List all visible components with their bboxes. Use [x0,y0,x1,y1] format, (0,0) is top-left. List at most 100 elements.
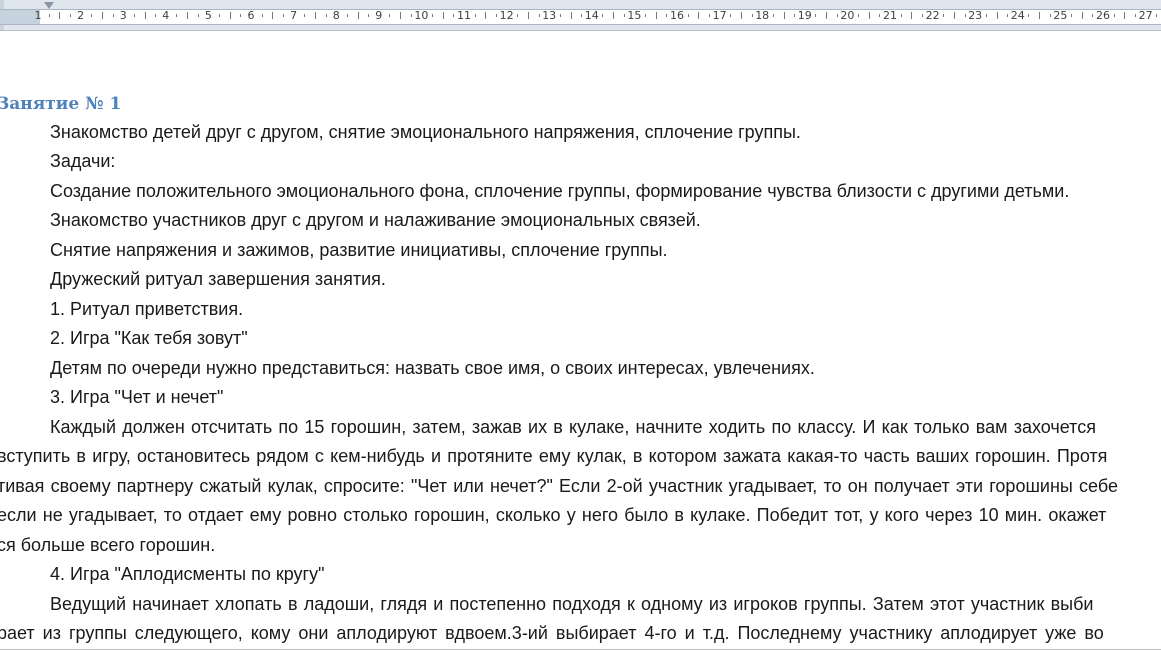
ruler-number: 27 [1138,9,1153,22]
ruler-tick [69,14,71,17]
ruler-tick [623,14,625,17]
ruler-tick [101,12,103,19]
ruler-tick [655,12,657,19]
ruler-tick [474,14,476,17]
paragraph-line: Детям по очереди нужно представиться: на… [50,358,815,378]
page-bottom-border [0,649,1161,650]
ruler-number: 8 [332,9,340,22]
ruler-tick [1049,14,1051,17]
paragraph-line: Ведущий начинает хлопать в ладоши, глядя… [50,594,1094,614]
ruler-tick [538,14,540,17]
ruler-tick [314,12,316,19]
ruler-tick [400,12,402,19]
ruler-tick [581,14,583,17]
horizontal-ruler[interactable]: 1 2 3 4 5 6 7 8 9 10 11 12 13 14 15 16 17 18 19 20 21 22 23 24 2… [0,0,1161,31]
ruler-tick [1113,14,1115,17]
paragraph-line: рает из группы следующего, кому они апло… [0,623,1104,643]
ruler-tick [1039,12,1041,19]
ruler-tick [1007,14,1009,17]
ruler-tick [155,14,157,17]
ruler-tick [1134,14,1136,17]
ruler-tick [229,12,231,19]
ruler-number: 13 [542,9,557,22]
ruler-tick [911,12,913,19]
ruler-tick [48,14,50,17]
ruler-tick [410,14,412,17]
ruler-tick [794,14,796,17]
ruler-tick [943,14,945,17]
ruler-number: 16 [670,9,684,22]
ruler-tick [921,14,923,17]
paragraph-line: 1. Ритуал приветствия. [50,299,244,319]
ruler-number: 12 [499,9,514,22]
paragraph-line: тивая своему партнеру сжатый кулак, спро… [0,476,1118,496]
ruler-tick [900,14,902,17]
ruler-tick [602,14,604,17]
ruler-tick [996,12,998,19]
paragraph-line: ся больше всего горошин. [0,535,216,555]
ruler-tick [59,12,61,19]
ruler-number: 15 [627,9,642,22]
paragraph-line: 2. Игра "Как тебя зовут" [50,328,248,348]
first-line-indent-marker[interactable] [44,2,54,9]
ruler-tick [527,12,529,19]
ruler-strip [0,9,1161,25]
ruler-tick [836,14,838,17]
paragraph-line: Дружеский ритуал завершения занятия. [50,269,386,289]
ruler-number: 23 [968,9,983,22]
ruler-tick [772,14,774,17]
ruler-number: 9 [375,9,383,22]
ruler-tick [730,14,732,17]
ruler-tick [687,14,689,17]
ruler-number: 6 [247,9,255,22]
ruler-tick [964,14,966,17]
ruler-tick [570,12,572,19]
ruler-number: 20 [840,9,855,22]
ruler-tick [346,14,348,17]
ruler-tick [240,14,242,17]
ruler-tick [357,12,359,19]
ruler-tick [645,14,647,17]
ruler-number: 2 [77,9,85,22]
ruler-tick [389,14,391,17]
paragraph-line: Снятие напряжения и зажимов, развитие ин… [50,240,668,260]
document-page[interactable]: Занятие № 1 Знакомство детей друг с друг… [0,30,1161,651]
ruler-tick [985,14,987,17]
ruler-number: 22 [925,9,940,22]
ruler-tick [517,14,519,17]
ruler-tick [144,12,146,19]
ruler-tick [666,14,668,17]
ruler-number: 26 [1096,9,1110,22]
ruler-number: 25 [1053,9,1068,22]
ruler-tick [495,14,497,17]
ruler-tick [858,14,860,17]
ruler-number: 14 [584,9,599,22]
ruler-tick [272,12,274,19]
ruler-tick [442,12,444,19]
ruler-tick [112,14,114,17]
ruler-number: 1 [34,9,42,22]
ruler-tick [613,12,615,19]
ruler-tick [187,12,189,19]
ruler-number: 18 [755,9,770,22]
ruler-tick [879,14,881,17]
lesson-heading: Занятие № 1 [0,94,122,114]
ruler-tick [91,14,93,17]
ruler-tick [559,14,561,17]
ruler-tick [740,12,742,19]
ruler-number: 3 [119,9,127,22]
ruler-tick [815,14,817,17]
paragraph-line: Знакомство участников друг с другом и на… [50,210,701,230]
ruler-number: 5 [204,9,212,22]
paragraph-line: Задачи: [50,151,116,171]
ruler-tick [1081,12,1083,19]
ruler-number: 21 [883,9,897,22]
ruler-tick [1124,12,1126,19]
ruler-tick [708,14,710,17]
paragraph-line: если не угадывает, то отдает ему ровно с… [0,505,1107,525]
paragraph-line: Создание положительного эмоционального ф… [50,181,1070,201]
ruler-tick [304,14,306,17]
ruler-tick [751,14,753,17]
ruler-tick [219,14,221,17]
ruler-number: 11 [457,9,471,22]
